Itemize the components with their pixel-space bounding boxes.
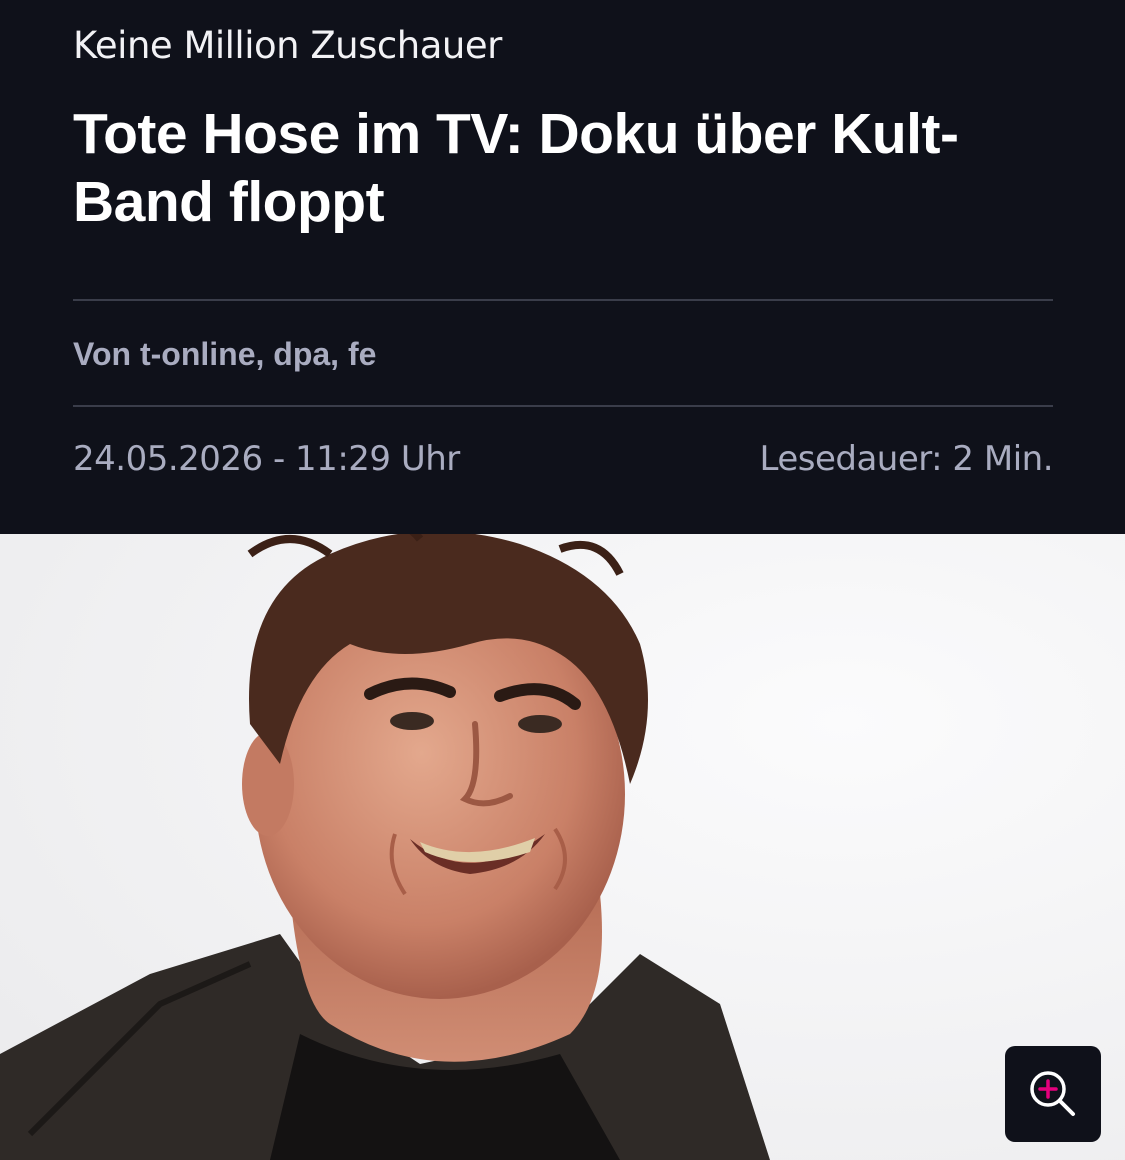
article-page: Keine Million Zuschauer Tote Hose im TV:… (0, 0, 1125, 1160)
divider (73, 405, 1053, 407)
zoom-in-icon (1030, 1071, 1075, 1116)
portrait-illustration (0, 534, 1125, 1160)
zoom-button[interactable] (1005, 1046, 1101, 1142)
article-headline: Tote Hose im TV: Doku über Kult-Band flo… (73, 102, 959, 234)
article-kicker: Keine Million Zuschauer (73, 24, 502, 67)
reading-time: Lesedauer: 2 Min. (759, 439, 1054, 479)
divider (73, 299, 1053, 301)
article-header: Keine Million Zuschauer Tote Hose im TV:… (0, 0, 1125, 534)
article-photo[interactable] (0, 534, 1125, 1160)
article-byline: Von t-online, dpa, fe (73, 336, 377, 372)
article-meta: 24.05.2026 - 11:29 Uhr Lesedauer: 2 Min. (73, 437, 1053, 481)
publish-date: 24.05.2026 - 11:29 Uhr (73, 439, 460, 479)
